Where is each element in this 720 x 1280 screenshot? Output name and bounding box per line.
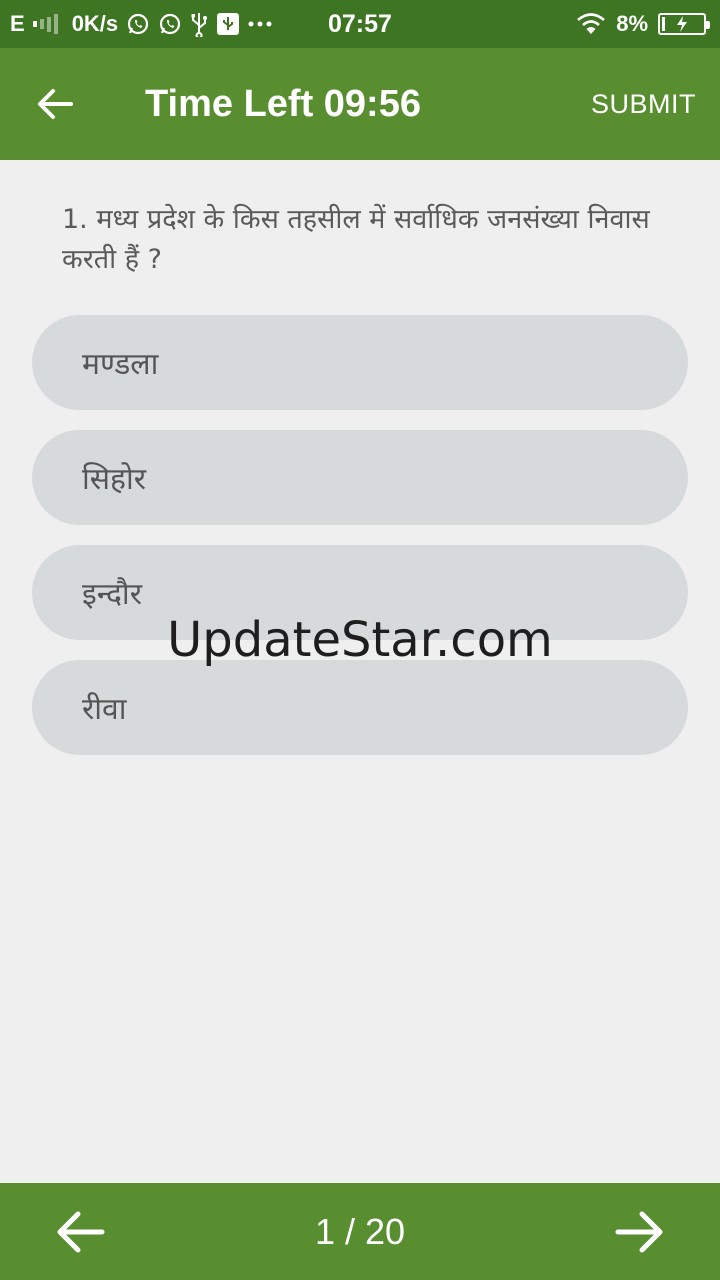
signal-icon <box>32 13 58 35</box>
option-label: सिहोर <box>82 462 147 497</box>
option-label: इन्दौर <box>82 577 142 612</box>
status-time: 07:57 <box>328 10 392 38</box>
usb-icon <box>190 11 208 37</box>
app-bar: Time Left 09:56 SUBMIT <box>0 48 720 160</box>
option-label: मण्डला <box>82 347 159 382</box>
submit-button[interactable]: SUBMIT <box>591 48 696 160</box>
more-notifications-icon <box>248 20 272 28</box>
bottom-nav-bar: 1 / 20 <box>0 1183 720 1280</box>
battery-charging-icon <box>658 13 710 35</box>
next-question-button[interactable] <box>612 1207 668 1257</box>
status-bar: E 0K/s 07:57 8% <box>0 0 720 48</box>
whatsapp-icon <box>126 12 150 36</box>
arrow-left-icon <box>57 1211 105 1253</box>
question-text: 1. मध्य प्रदेश के किस तहसील में सर्वाधिक… <box>62 204 650 275</box>
network-speed: 0K/s <box>71 11 119 36</box>
usb-debug-icon <box>216 12 240 36</box>
wifi-icon <box>576 13 606 35</box>
option-2[interactable]: सिहोर <box>32 430 688 525</box>
battery-percent: 8% <box>616 11 648 36</box>
previous-question-button[interactable] <box>52 1207 108 1257</box>
battery-fill <box>662 17 666 31</box>
whatsapp-icon <box>158 12 182 36</box>
option-1[interactable]: मण्डला <box>32 315 688 410</box>
option-label: रीवा <box>82 692 127 727</box>
timer-title: Time Left 09:56 <box>145 83 421 125</box>
option-4[interactable]: रीवा <box>32 660 688 755</box>
arrow-left-icon <box>38 89 73 119</box>
network-type: E <box>10 11 25 36</box>
status-right: 8% <box>576 0 710 48</box>
status-left: E 0K/s <box>10 11 310 37</box>
back-button[interactable] <box>30 82 80 126</box>
options-list: मण्डला सिहोर इन्दौर रीवा <box>32 315 688 775</box>
arrow-right-icon <box>615 1211 663 1253</box>
watermark: UpdateStar.com <box>167 612 553 668</box>
